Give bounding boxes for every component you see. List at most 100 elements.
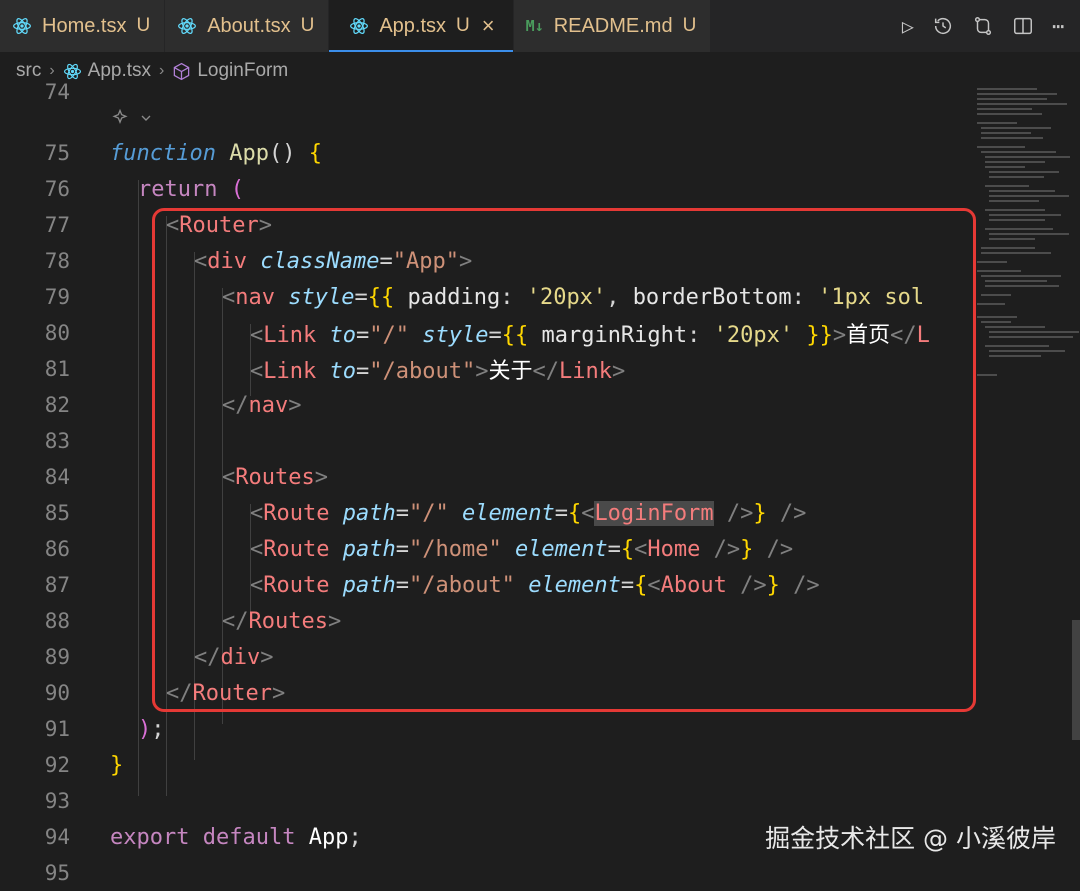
punct: </ <box>222 608 249 634</box>
jsx-tag: div <box>207 248 247 274</box>
code-line: 92 } <box>0 747 970 783</box>
tab-readme-md[interactable]: M↓ README.md U <box>513 0 712 52</box>
brace: } <box>766 572 780 598</box>
code-line: 83 <box>0 423 970 459</box>
punct: = <box>488 323 502 348</box>
punct: > <box>458 248 473 274</box>
line-number: 77 <box>44 213 70 237</box>
jsx-tag: Link <box>558 359 612 384</box>
jsx-attr: to <box>329 359 356 384</box>
jsx-tag: Routes <box>235 464 315 490</box>
punct: </ <box>194 644 221 670</box>
punct: : <box>500 284 527 310</box>
line-number: 93 <box>44 789 70 813</box>
jsx-attr: path <box>342 500 396 526</box>
line-code: </nav> <box>222 393 302 418</box>
code-line: 93 <box>0 783 970 819</box>
line-number: 88 <box>44 609 70 633</box>
line-code: <Route path="/" element={<LoginForm />} … <box>250 500 807 526</box>
jsx-attr: to <box>329 323 356 348</box>
line-code: ); <box>138 717 165 742</box>
line-code: <Link to="/about">关于</Link> <box>250 353 625 385</box>
code-line: 85 <Route path="/" element={<LoginForm /… <box>0 495 970 531</box>
jsx-component-highlighted: LoginForm <box>594 500 714 526</box>
markdown-icon: M↓ <box>525 17 544 35</box>
punct: > <box>611 359 626 384</box>
line-code: return ( <box>138 177 244 202</box>
jsx-attr: element <box>528 572 621 598</box>
jsx-tag: Routes <box>248 608 328 634</box>
tab-home-tsx[interactable]: Home.tsx U <box>0 0 166 52</box>
punct: /> <box>713 500 754 526</box>
punct: < <box>194 248 208 274</box>
jsx-text: 关于 <box>488 359 533 384</box>
punct: < <box>581 500 595 526</box>
punct: = <box>395 500 409 526</box>
jsx-component: About <box>660 572 727 598</box>
brace: { <box>308 140 322 166</box>
punct: </ <box>166 680 193 706</box>
punct: : <box>687 323 714 348</box>
git-status-badge: U <box>682 15 697 36</box>
punct: < <box>250 359 264 384</box>
copilot-lens[interactable] <box>110 108 154 133</box>
keyword: return <box>138 176 218 202</box>
punct: < <box>634 536 648 562</box>
line-code: <Routes> <box>222 465 328 490</box>
jsx-text: 首页 <box>846 323 891 348</box>
split-editor-icon[interactable] <box>1012 15 1034 37</box>
tab-about-tsx[interactable]: About.tsx U <box>165 0 330 52</box>
line-number: 94 <box>44 825 70 849</box>
brace: { <box>620 536 635 562</box>
punct: = <box>607 536 621 562</box>
brace: }} <box>793 323 833 348</box>
jsx-component: Home <box>647 536 701 562</box>
git-status-badge: U <box>456 15 470 36</box>
brace: {{ <box>367 284 395 310</box>
editor-actions: ▷ ⋯ <box>902 0 1080 52</box>
punct: () <box>268 140 309 166</box>
punct: /> <box>726 572 767 598</box>
line-number: 80 <box>44 321 70 345</box>
punct: /> <box>766 500 807 526</box>
code-line: 87 <Route path="/about" element={<About … <box>0 567 970 603</box>
more-actions-icon[interactable]: ⋯ <box>1052 14 1064 38</box>
line-code: <Route path="/about" element={<About />}… <box>250 573 820 598</box>
jsx-tag: Route <box>263 572 330 598</box>
vertical-scrollbar[interactable] <box>1072 620 1080 740</box>
code-line: 79 <nav style={{ padding: '20px', border… <box>0 279 970 315</box>
jsx-tag: nav <box>248 392 289 418</box>
code-line: 75 function App() { <box>0 135 970 171</box>
line-code: </div> <box>194 645 274 670</box>
history-icon[interactable] <box>932 15 954 37</box>
brace: } <box>740 536 754 562</box>
punct: = <box>354 284 368 310</box>
property: padding <box>394 284 501 310</box>
string: '20px' <box>526 284 607 310</box>
close-tab-icon[interactable]: × <box>482 15 495 37</box>
keyword: function <box>110 140 216 166</box>
minimap[interactable] <box>975 84 1080 404</box>
line-number: 79 <box>44 285 70 309</box>
run-icon[interactable]: ▷ <box>902 14 914 38</box>
punct: = <box>395 572 409 598</box>
function-name: App <box>229 140 269 166</box>
jsx-attr: element <box>461 500 555 526</box>
paren: ( <box>230 176 244 202</box>
punct: < <box>166 212 180 238</box>
string: '1px sol <box>818 284 925 310</box>
punct: > <box>327 608 342 634</box>
compare-icon[interactable] <box>972 15 994 37</box>
jsx-tag: Router <box>179 212 259 238</box>
punct: = <box>355 323 370 348</box>
code-line: 88 </Routes> <box>0 603 970 639</box>
code-line: 89 </div> <box>0 639 970 675</box>
code-line: 81 <Link to="/about">关于</Link> <box>0 351 970 387</box>
tab-app-tsx[interactable]: App.tsx U × <box>329 0 514 52</box>
line-code: function App() { <box>110 141 322 166</box>
code-line: 84 <Routes> <box>0 459 970 495</box>
punct: < <box>250 500 264 526</box>
code-editor[interactable]: 74 75 function App() { 76 return ( 77 <R… <box>0 80 1080 885</box>
line-number: 75 <box>44 141 70 165</box>
punct: > <box>832 323 847 348</box>
